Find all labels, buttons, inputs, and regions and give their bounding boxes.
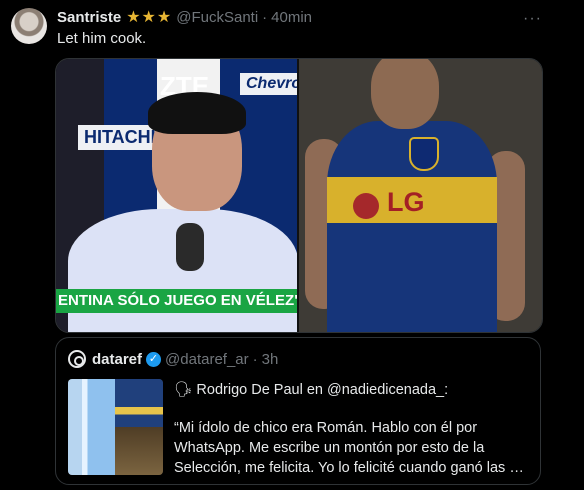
player-head <box>371 59 439 129</box>
microphone <box>176 223 204 271</box>
lg-logo-icon <box>353 193 379 219</box>
tv-caption: ENTINA SÓLO JUEGO EN VÉLEZ" <box>56 289 297 313</box>
thumbnail-boca-player <box>115 379 163 427</box>
quoted-author-name[interactable]: dataref <box>92 351 142 368</box>
media-image-boca-jersey[interactable]: LG <box>299 59 542 332</box>
quoted-tweet[interactable]: dataref ✓ @dataref_ar · 3h 🗣 Rodrigo De P… <box>55 337 541 485</box>
quoted-tweet-header: dataref ✓ @dataref_ar · 3h <box>68 350 278 368</box>
media-image-press-conference[interactable]: ZTE Chevrolet HITACHI ENTINA SÓLO JUEGO … <box>56 59 297 332</box>
quoted-tweet-headline: Rodrigo De Paul en @nadiedicenada_: <box>196 382 449 398</box>
dataref-logo-icon[interactable] <box>68 350 86 368</box>
quoted-tweet-thumbnail[interactable] <box>68 379 163 475</box>
tweet-header: Santriste ★★★ @FuckSanti · 40min <box>57 8 312 27</box>
speaking-head-icon: 🗣 <box>174 382 193 398</box>
boca-crest-icon <box>409 137 439 171</box>
tweet-time[interactable]: 40min <box>271 9 312 26</box>
tweet-media[interactable]: ZTE Chevrolet HITACHI ENTINA SÓLO JUEGO … <box>55 58 543 333</box>
thumbnail-trophy <box>115 427 163 475</box>
tweet[interactable]: Santriste ★★★ @FuckSanti · 40min ··· Let… <box>0 0 584 490</box>
stars-icon: ★★★ <box>126 9 173 26</box>
author-avatar[interactable] <box>11 8 47 44</box>
quoted-tweet-time[interactable]: 3h <box>262 351 279 368</box>
more-options-icon[interactable]: ··· <box>523 10 542 28</box>
speaker-hair <box>148 92 246 134</box>
verified-badge-icon: ✓ <box>146 351 162 367</box>
author-name[interactable]: Santriste <box>57 9 121 26</box>
quoted-tweet-text: 🗣 Rodrigo De Paul en @nadiedicenada_: “Mi… <box>174 380 524 478</box>
quoted-author-handle[interactable]: @dataref_ar <box>165 351 249 368</box>
author-handle[interactable]: @FuckSanti <box>176 9 258 26</box>
separator-dot: · <box>262 8 268 26</box>
separator-dot: · <box>252 350 258 368</box>
tweet-text: Let him cook. <box>57 30 147 47</box>
quoted-tweet-line-1: 🗣 Rodrigo De Paul en @nadiedicenada_: <box>174 380 524 400</box>
quoted-tweet-quote: “Mi ídolo de chico era Román. Hablo con … <box>174 420 524 476</box>
sponsor-lg: LG <box>387 187 425 217</box>
sponsor-hitachi: HITACHI <box>78 125 162 150</box>
sponsor-chevrolet: Chevrolet <box>240 73 297 95</box>
thumbnail-argentina-player <box>68 379 115 475</box>
